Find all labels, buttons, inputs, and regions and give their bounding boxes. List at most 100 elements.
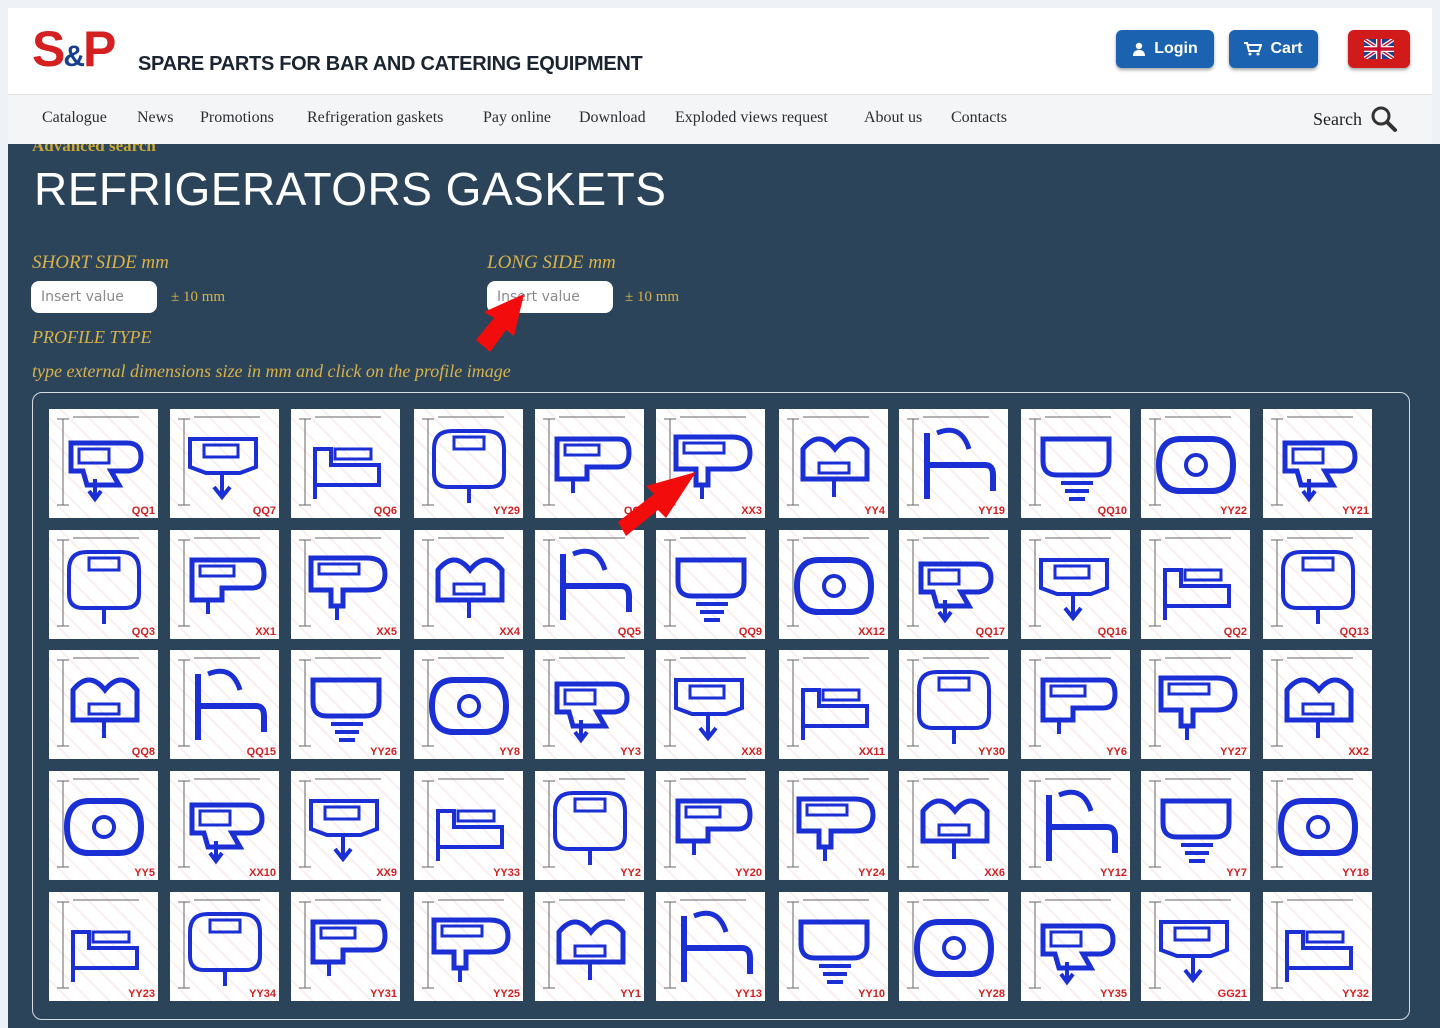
gasket-profile-icon [1271, 899, 1353, 989]
gasket-profile-icon [1029, 899, 1116, 989]
gasket-profile-icon [57, 416, 144, 506]
profile-tile[interactable]: YY24 [779, 771, 888, 880]
profile-tile[interactable]: YY13 [656, 892, 765, 1001]
long-tolerance: ± 10 mm [625, 289, 680, 305]
profile-tile[interactable]: XX3 [656, 409, 765, 518]
profile-tile[interactable]: YY25 [414, 892, 523, 1001]
profile-tile[interactable]: QQ1 [49, 409, 158, 518]
profile-tile[interactable]: QQ8 [49, 650, 158, 759]
short-side-input[interactable] [31, 281, 157, 313]
profile-tile[interactable]: YY18 [1263, 771, 1372, 880]
profile-tile[interactable]: YY7 [1141, 771, 1250, 880]
profile-tile[interactable]: YY31 [291, 892, 400, 1001]
nav-contacts[interactable]: Contacts [951, 109, 1007, 127]
profile-tile[interactable]: QQ13 [1263, 530, 1372, 639]
profile-tile[interactable]: XX5 [291, 530, 400, 639]
profile-tile[interactable]: YY28 [899, 892, 1008, 1001]
profile-tile[interactable]: XX1 [170, 530, 279, 639]
profile-tile[interactable]: XX6 [899, 771, 1008, 880]
site-header: S&P SPARE PARTS FOR BAR AND CATERING EQU… [8, 8, 1432, 94]
profile-tile[interactable]: YY34 [170, 892, 279, 1001]
language-button[interactable] [1348, 30, 1410, 68]
profile-tile[interactable]: YY35 [1021, 892, 1130, 1001]
profile-code: GG21 [1217, 988, 1247, 1000]
profile-tile[interactable]: XX11 [779, 650, 888, 759]
nav-pay-online[interactable]: Pay online [483, 109, 551, 127]
long-side-label: LONG SIDE mm [487, 252, 616, 273]
profile-code: YY8 [499, 746, 520, 758]
profile-tile[interactable]: YY20 [656, 771, 765, 880]
cart-icon [1244, 42, 1263, 56]
nav-exploded-views[interactable]: Exploded views request [675, 109, 828, 127]
profile-tile[interactable]: YY3 [535, 650, 644, 759]
profile-code: YY19 [978, 505, 1005, 517]
profile-code: XX4 [499, 626, 520, 638]
profile-tile[interactable]: QQ10 [1021, 409, 1130, 518]
profile-tile[interactable]: XX2 [1263, 650, 1372, 759]
instruction-hint: type external dimensions size in mm and … [32, 361, 511, 381]
profile-tile[interactable]: QQ2 [1141, 530, 1250, 639]
gasket-profile-icon [1029, 657, 1118, 747]
profile-tile[interactable]: YY1 [535, 892, 644, 1001]
gasket-profile-icon [1149, 657, 1238, 747]
profile-tile[interactable]: QQ [535, 409, 644, 518]
search-button[interactable]: Search [1313, 105, 1398, 133]
nav-news[interactable]: News [137, 109, 173, 127]
profile-tile[interactable]: YY21 [1263, 409, 1372, 518]
profile-tile[interactable]: QQ15 [170, 650, 279, 759]
profile-tile[interactable]: QQ9 [656, 530, 765, 639]
nav-refrigeration-gaskets[interactable]: Refrigeration gaskets [307, 109, 443, 127]
profile-code: YY33 [493, 867, 520, 879]
profile-tile[interactable]: YY4 [779, 409, 888, 518]
long-side-input[interactable] [487, 281, 613, 313]
profile-tile[interactable]: YY29 [414, 409, 523, 518]
profile-tile[interactable]: XX9 [291, 771, 400, 880]
cart-button[interactable]: Cart [1229, 30, 1318, 68]
profile-tile[interactable]: YY6 [1021, 650, 1130, 759]
profile-tile[interactable]: QQ16 [1021, 530, 1130, 639]
gasket-profile-icon [787, 778, 876, 868]
profile-code: YY28 [978, 988, 1005, 1000]
profile-tile[interactable]: YY27 [1141, 650, 1250, 759]
short-side-label: SHORT SIDE mm [32, 252, 169, 273]
profile-tile[interactable]: XX10 [170, 771, 279, 880]
profile-code: QQ8 [131, 746, 155, 758]
nav-download[interactable]: Download [579, 109, 646, 127]
gasket-profile-icon [1149, 899, 1231, 989]
profile-tile[interactable]: YY30 [899, 650, 1008, 759]
nav-promotions[interactable]: Promotions [200, 109, 274, 127]
profile-tile[interactable]: YY12 [1021, 771, 1130, 880]
profile-tile[interactable]: YY5 [49, 771, 158, 880]
gasket-profile-icon [299, 416, 381, 506]
profile-code: QQ13 [1339, 626, 1369, 638]
gasket-profile-icon [543, 899, 626, 989]
profile-tile[interactable]: QQ17 [899, 530, 1008, 639]
profile-tile[interactable]: QQ3 [49, 530, 158, 639]
profile-code: XX11 [858, 746, 885, 758]
profile-tile[interactable]: YY23 [49, 892, 158, 1001]
profile-code: XX9 [376, 867, 397, 879]
profile-tile[interactable]: YY32 [1263, 892, 1372, 1001]
login-button[interactable]: Login [1116, 30, 1214, 68]
profile-tile[interactable]: QQ6 [291, 409, 400, 518]
nav-about-us[interactable]: About us [864, 109, 922, 127]
profile-tile[interactable]: QQ7 [170, 409, 279, 518]
profile-code: XX1 [255, 626, 276, 638]
main-content: Advanced search REFRIGERATORS GASKETS SH… [8, 144, 1440, 1028]
profile-tile[interactable]: YY10 [779, 892, 888, 1001]
profile-tile[interactable]: YY8 [414, 650, 523, 759]
profile-tile[interactable]: XX4 [414, 530, 523, 639]
profile-tile[interactable]: XX8 [656, 650, 765, 759]
advanced-search-link[interactable]: Advanced search [32, 144, 156, 156]
nav-catalogue[interactable]: Catalogue [42, 109, 107, 127]
profile-tile[interactable]: YY2 [535, 771, 644, 880]
profile-tile[interactable]: GG21 [1141, 892, 1250, 1001]
profile-tile[interactable]: YY19 [899, 409, 1008, 518]
profile-tile[interactable]: YY33 [414, 771, 523, 880]
profile-tile[interactable]: XX12 [779, 530, 888, 639]
sp-logo[interactable]: S&P [32, 24, 116, 74]
profile-tile[interactable]: YY22 [1141, 409, 1250, 518]
gasket-profile-icon [543, 657, 630, 747]
profile-tile[interactable]: YY26 [291, 650, 400, 759]
profile-tile[interactable]: QQ5 [535, 530, 644, 639]
